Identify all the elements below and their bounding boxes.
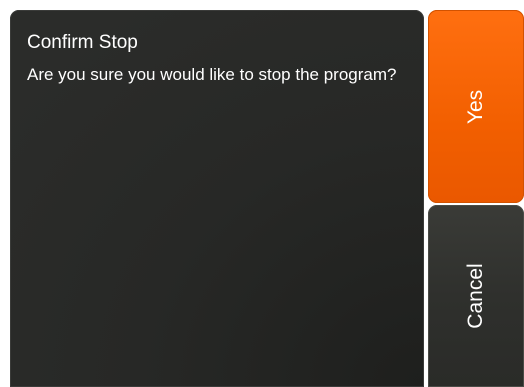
dialog-title: Confirm Stop [27,32,138,53]
yes-button[interactable]: Yes [428,10,524,203]
cancel-button-label: Cancel [464,263,487,329]
yes-button-label: Yes [464,89,487,124]
dialog-message: Are you sure you would like to stop the … [27,65,397,84]
cancel-button[interactable]: Cancel [428,205,524,387]
confirm-stop-dialog: Confirm Stop Are you sure you would like… [10,10,424,387]
